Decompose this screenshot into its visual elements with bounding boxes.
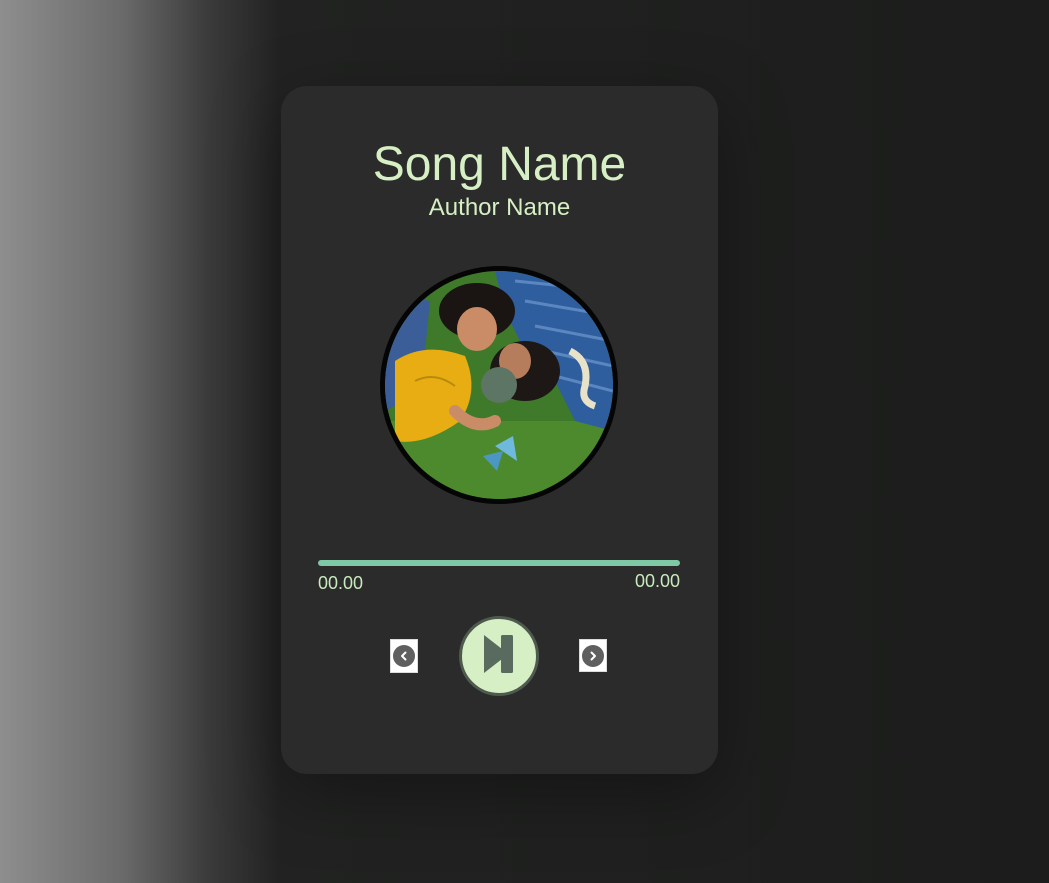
progress-bar[interactable]: [318, 560, 680, 566]
chevron-right-icon: [582, 644, 604, 667]
previous-button[interactable]: [390, 639, 418, 673]
next-button[interactable]: [579, 639, 607, 672]
disc-center-dot: [481, 367, 517, 403]
author-name: Author Name: [428, 194, 571, 221]
play-skip-icon: [484, 634, 514, 678]
music-player-card: Song Name Author Name 00.00 00.00: [281, 86, 718, 774]
play-pause-button[interactable]: [459, 616, 539, 696]
album-art-image: [385, 271, 613, 499]
song-title: Song Name: [372, 138, 627, 191]
current-time: 00.00: [318, 573, 364, 593]
total-duration: 00.00: [634, 571, 680, 591]
chevron-left-icon: [393, 645, 415, 667]
album-art-disc: [380, 266, 618, 504]
